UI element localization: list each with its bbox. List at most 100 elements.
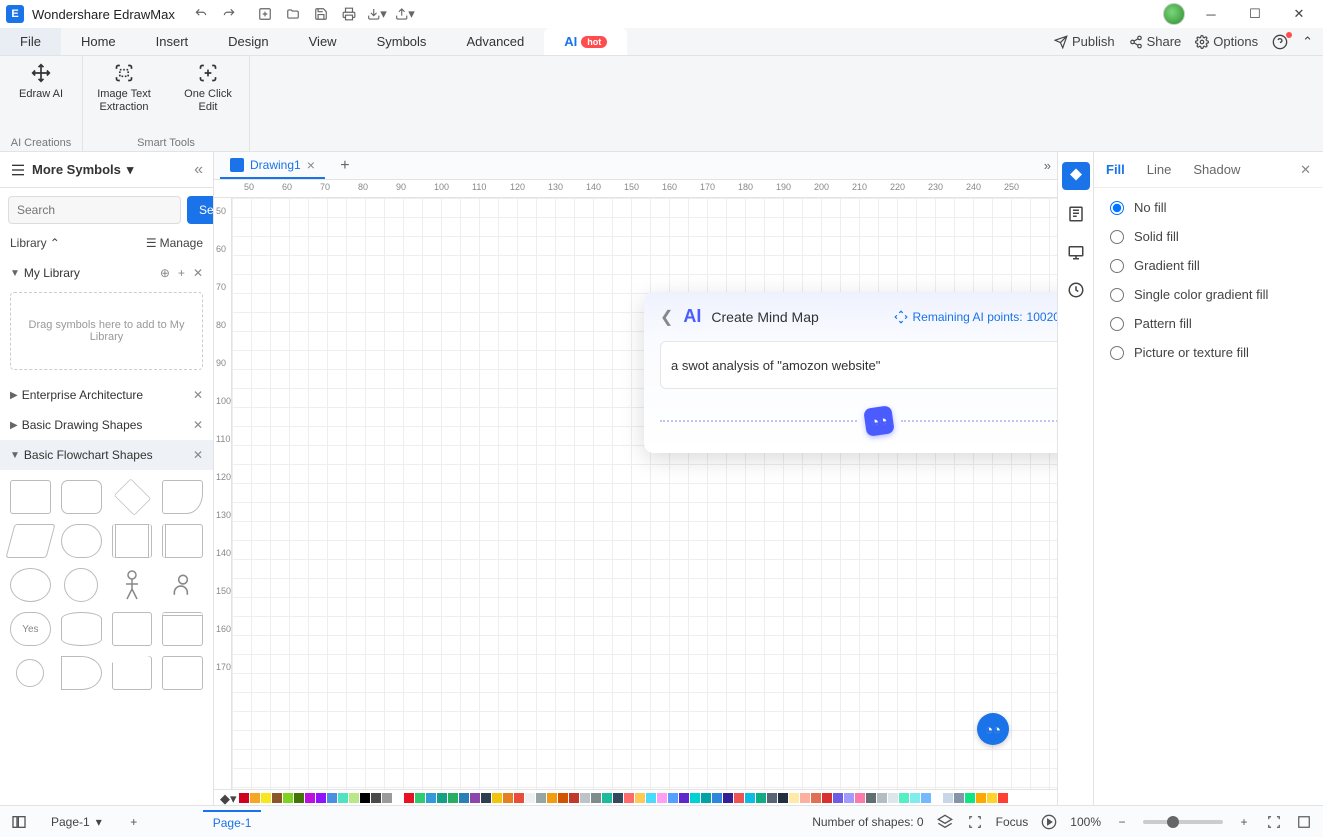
undo-button[interactable] [191,4,211,24]
color-swatch[interactable] [437,793,447,803]
library-dropdown[interactable]: Library ⌃ [10,236,60,250]
ai-prompt-input[interactable] [671,358,1049,373]
tab-shadow[interactable]: Shadow [1193,152,1240,187]
color-swatch[interactable] [745,793,755,803]
fit-page-button[interactable] [1265,815,1283,829]
options-link[interactable]: Options [1195,34,1258,49]
more-symbols-dropdown[interactable]: More Symbols▾ [10,162,133,178]
image-text-extraction-tool[interactable]: Image Text Extraction [93,62,155,114]
ai-assistant-floating-button[interactable]: ◔◔ [977,713,1009,745]
zoom-out-button[interactable]: − [1113,815,1131,829]
color-swatch[interactable] [613,793,623,803]
publish-link[interactable]: Publish [1054,34,1115,49]
tab-line[interactable]: Line [1147,152,1172,187]
fill-option-solid[interactable]: Solid fill [1110,229,1307,244]
color-swatch[interactable] [481,793,491,803]
share-link[interactable]: Share [1129,34,1182,49]
shape-user[interactable] [162,568,203,602]
color-swatch[interactable] [987,793,997,803]
color-swatch[interactable] [954,793,964,803]
fill-option-gradient[interactable]: Gradient fill [1110,258,1307,273]
shape-rectangle-2[interactable] [162,656,203,690]
color-swatch[interactable] [404,793,414,803]
menu-file[interactable]: File [0,28,61,55]
color-swatch[interactable] [624,793,634,803]
color-swatch[interactable] [261,793,271,803]
color-swatch[interactable] [998,793,1008,803]
shape-connector[interactable] [16,659,44,687]
screen-tool-button[interactable] [1062,238,1090,266]
color-swatch[interactable] [470,793,480,803]
menu-symbols[interactable]: Symbols [357,28,447,55]
color-swatch[interactable] [679,793,689,803]
color-swatch[interactable] [888,793,898,803]
color-swatch[interactable] [360,793,370,803]
shape-diamond[interactable] [113,479,150,516]
color-swatch[interactable] [822,793,832,803]
shape-rounded-rectangle[interactable] [61,480,102,514]
color-swatch[interactable] [514,793,524,803]
shape-terminator[interactable] [61,524,102,558]
collapse-panel-button[interactable]: « [194,161,203,179]
shape-rectangle[interactable] [10,480,51,514]
tab-overflow-button[interactable]: » [1044,158,1051,173]
color-swatch[interactable] [921,793,931,803]
color-swatch[interactable] [492,793,502,803]
color-swatch[interactable] [503,793,513,803]
shape-yes-button[interactable]: Yes [10,612,51,646]
color-swatch[interactable] [932,793,942,803]
color-swatch[interactable] [250,793,260,803]
shape-window[interactable] [162,612,203,646]
color-swatch[interactable] [547,793,557,803]
symbol-search-button[interactable]: Search [187,196,214,224]
new-library-button[interactable]: + [178,266,185,280]
save-button[interactable] [311,4,331,24]
color-swatch[interactable] [690,793,700,803]
color-swatch[interactable] [558,793,568,803]
color-swatch[interactable] [382,793,392,803]
shape-circle[interactable] [64,568,98,602]
color-swatch[interactable] [811,793,821,803]
close-section-button[interactable]: ✕ [193,388,203,402]
zoom-slider[interactable] [1143,820,1223,824]
redo-button[interactable] [219,4,239,24]
color-swatch[interactable] [415,793,425,803]
color-swatch[interactable] [646,793,656,803]
shape-cylinder[interactable] [61,612,102,646]
color-swatch[interactable] [877,793,887,803]
color-swatch[interactable] [536,793,546,803]
open-button[interactable] [283,4,303,24]
color-swatch[interactable] [239,793,249,803]
color-swatch[interactable] [855,793,865,803]
close-library-button[interactable]: ✕ [193,266,203,280]
document-tab[interactable]: Drawing1 × [220,152,325,179]
tab-fill[interactable]: Fill [1106,152,1125,187]
color-swatch[interactable] [976,793,986,803]
enterprise-architecture-section[interactable]: ▶ Enterprise Architecture ✕ [0,380,213,410]
menu-insert[interactable]: Insert [136,28,209,55]
shape-document[interactable] [162,480,203,514]
menu-design[interactable]: Design [208,28,288,55]
history-tool-button[interactable] [1062,276,1090,304]
color-swatch[interactable] [712,793,722,803]
fill-option-single-gradient[interactable]: Single color gradient fill [1110,287,1307,302]
color-picker-button[interactable]: ◆▾ [220,791,234,805]
dialog-back-button[interactable]: ❮ [660,307,673,327]
menu-view[interactable]: View [289,28,357,55]
focus-mode-button[interactable] [966,815,984,829]
page-tool-button[interactable] [1062,200,1090,228]
new-button[interactable] [255,4,275,24]
color-swatch[interactable] [272,793,282,803]
edraw-ai-tool[interactable]: Edraw AI [10,62,72,101]
page-selector[interactable]: Page-1 ▾ [40,811,113,833]
add-tab-button[interactable]: + [333,154,357,178]
shape-stored-data[interactable] [61,656,102,690]
color-swatch[interactable] [866,793,876,803]
user-avatar[interactable] [1163,3,1185,25]
color-swatch[interactable] [316,793,326,803]
color-swatch[interactable] [701,793,711,803]
outline-view-button[interactable] [10,814,28,830]
color-swatch[interactable] [778,793,788,803]
color-swatch[interactable] [657,793,667,803]
close-section-button[interactable]: ✕ [193,418,203,432]
